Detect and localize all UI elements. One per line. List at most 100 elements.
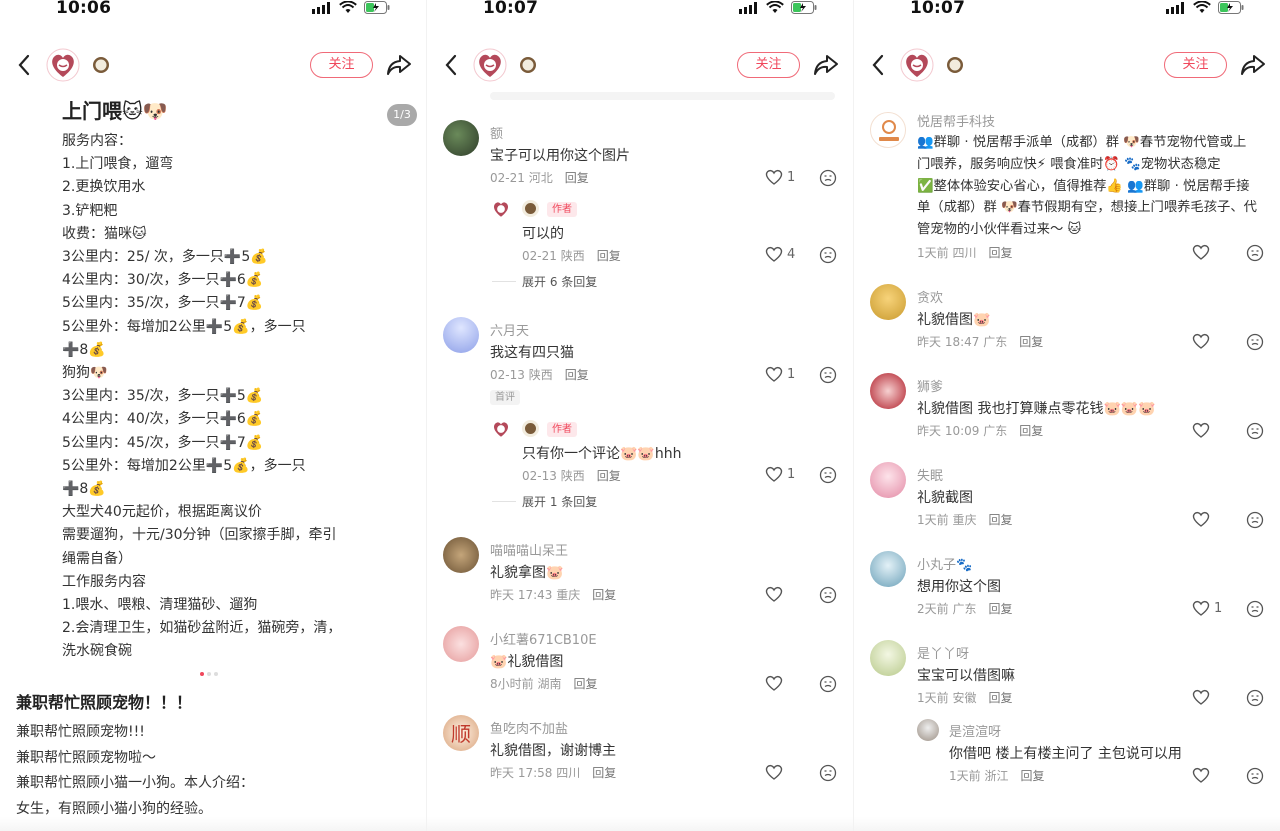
dislike-icon[interactable] (819, 246, 837, 264)
dislike-icon[interactable] (1246, 767, 1264, 785)
note-line: 5公里内：45/次，多一只➕7💰 (62, 434, 264, 451)
share-icon[interactable] (1240, 53, 1266, 77)
author-avatar[interactable] (900, 48, 934, 82)
follow-button[interactable]: 关注 (1164, 52, 1227, 78)
share-icon[interactable] (813, 53, 839, 77)
replier-avatar[interactable] (917, 719, 939, 741)
wifi-icon (766, 1, 784, 13)
share-icon[interactable] (386, 53, 412, 77)
coconut-avatar[interactable] (519, 56, 537, 74)
commenter-name[interactable]: 小红薯671CB10E (490, 629, 597, 648)
follow-button[interactable]: 关注 (737, 52, 800, 78)
commenter-name[interactable]: 失眠 (917, 465, 943, 484)
back-icon[interactable] (870, 53, 886, 77)
dislike-icon[interactable] (1246, 244, 1264, 262)
author-avatar[interactable] (473, 48, 507, 82)
back-icon[interactable] (16, 53, 32, 77)
commenter-name[interactable]: 狮爹 (917, 376, 943, 395)
status-time: 10:07 (910, 0, 966, 18)
dislike-icon[interactable] (819, 169, 837, 187)
reply-button[interactable]: 回复 (988, 513, 1012, 527)
dislike-icon[interactable] (1246, 689, 1264, 707)
heart-icon (1192, 689, 1210, 705)
dislike-icon[interactable] (819, 466, 837, 484)
reply-button[interactable]: 回复 (592, 766, 616, 780)
author-avatar[interactable] (46, 48, 80, 82)
like-button[interactable]: 1 (1192, 600, 1222, 616)
reply-button[interactable]: 回复 (1019, 424, 1043, 438)
reply-button[interactable]: 回复 (988, 246, 1012, 260)
signal-icon (739, 1, 757, 14)
dislike-icon[interactable] (819, 675, 837, 693)
expand-replies[interactable]: 展开 1 条回复 (491, 493, 597, 510)
reply-button[interactable]: 回复 (597, 469, 621, 483)
like-button[interactable] (1192, 767, 1214, 783)
reply-button[interactable]: 回复 (597, 249, 621, 263)
reply-button[interactable]: 回复 (565, 171, 589, 185)
commenter-avatar[interactable]: 顺 (443, 715, 479, 751)
dislike-icon[interactable] (1246, 511, 1264, 529)
reply-button[interactable]: 回复 (1019, 335, 1043, 349)
commenter-name[interactable]: 是丫丫呀 (917, 643, 969, 662)
post-body-line: 兼职帮忙照顾宠物!!! (16, 724, 145, 740)
author-avatar[interactable] (490, 418, 512, 440)
dislike-icon[interactable] (1246, 422, 1264, 440)
reply-button[interactable]: 回复 (988, 602, 1012, 616)
dislike-icon[interactable] (819, 586, 837, 604)
commenter-avatar[interactable] (870, 284, 906, 320)
dislike-icon[interactable] (1246, 600, 1264, 618)
heart-icon (765, 586, 783, 602)
like-button[interactable] (1192, 689, 1214, 705)
heart-icon (1192, 767, 1210, 783)
coconut-avatar[interactable] (946, 56, 964, 74)
commenter-avatar[interactable] (870, 373, 906, 409)
like-button[interactable] (765, 586, 787, 602)
like-button[interactable]: 1 (765, 366, 795, 382)
commenter-avatar[interactable] (870, 112, 906, 148)
commenter-name[interactable]: 鱼吃肉不加盐 (490, 718, 568, 737)
dislike-icon[interactable] (1246, 333, 1264, 351)
author-avatar[interactable] (490, 198, 512, 220)
like-button[interactable] (1192, 422, 1214, 438)
commenter-avatar[interactable] (443, 626, 479, 662)
reply-button[interactable]: 回复 (573, 677, 597, 691)
dislike-icon[interactable] (819, 366, 837, 384)
reply-button[interactable]: 回复 (988, 691, 1012, 705)
first-comment-tag: 首评 (490, 390, 520, 405)
reply-button[interactable]: 回复 (1020, 769, 1044, 783)
back-icon[interactable] (443, 53, 459, 77)
like-button[interactable] (1192, 244, 1210, 260)
commenter-avatar[interactable] (443, 317, 479, 353)
commenter-avatar[interactable] (870, 640, 906, 676)
like-button[interactable] (765, 764, 787, 780)
reply-button[interactable]: 回复 (592, 588, 616, 602)
like-button[interactable]: 1 (765, 169, 795, 185)
commenter-avatar[interactable] (870, 462, 906, 498)
replier-name[interactable]: 是渲渲呀 (949, 721, 1001, 740)
commenter-avatar[interactable] (443, 537, 479, 573)
like-button[interactable] (1192, 333, 1214, 349)
reply-button[interactable]: 回复 (565, 368, 589, 382)
dislike-icon[interactable] (819, 764, 837, 782)
commenter-name[interactable]: 喵喵喵山呆王 (490, 540, 568, 559)
coconut-avatar[interactable] (92, 56, 110, 74)
commenter-name[interactable]: 贪欢 (917, 287, 943, 306)
follow-button[interactable]: 关注 (310, 52, 373, 78)
like-button[interactable]: 1 (765, 466, 795, 482)
comment-text: 礼貌拿图🐷 (490, 565, 564, 581)
commenter-name[interactable]: 小丸子🐾 (917, 554, 972, 573)
heart-icon (765, 246, 783, 262)
like-button[interactable]: 4 (765, 246, 795, 262)
commenter-name[interactable]: 六月天 (490, 320, 529, 339)
expand-replies[interactable]: 展开 6 条回复 (491, 273, 597, 290)
heart-icon (765, 764, 783, 780)
commenter-avatar[interactable] (443, 120, 479, 156)
like-button[interactable] (765, 675, 787, 691)
commenter-name[interactable]: 悦居帮手科技 (917, 111, 995, 130)
like-button[interactable] (1192, 511, 1214, 527)
commenter-name[interactable]: 额 (490, 123, 503, 142)
comment-text: 宝子可以用你这个图片 (490, 148, 630, 164)
heart-icon (1192, 600, 1210, 616)
commenter-avatar[interactable] (870, 551, 906, 587)
comment-text: 我这有四只猫 (490, 345, 574, 361)
